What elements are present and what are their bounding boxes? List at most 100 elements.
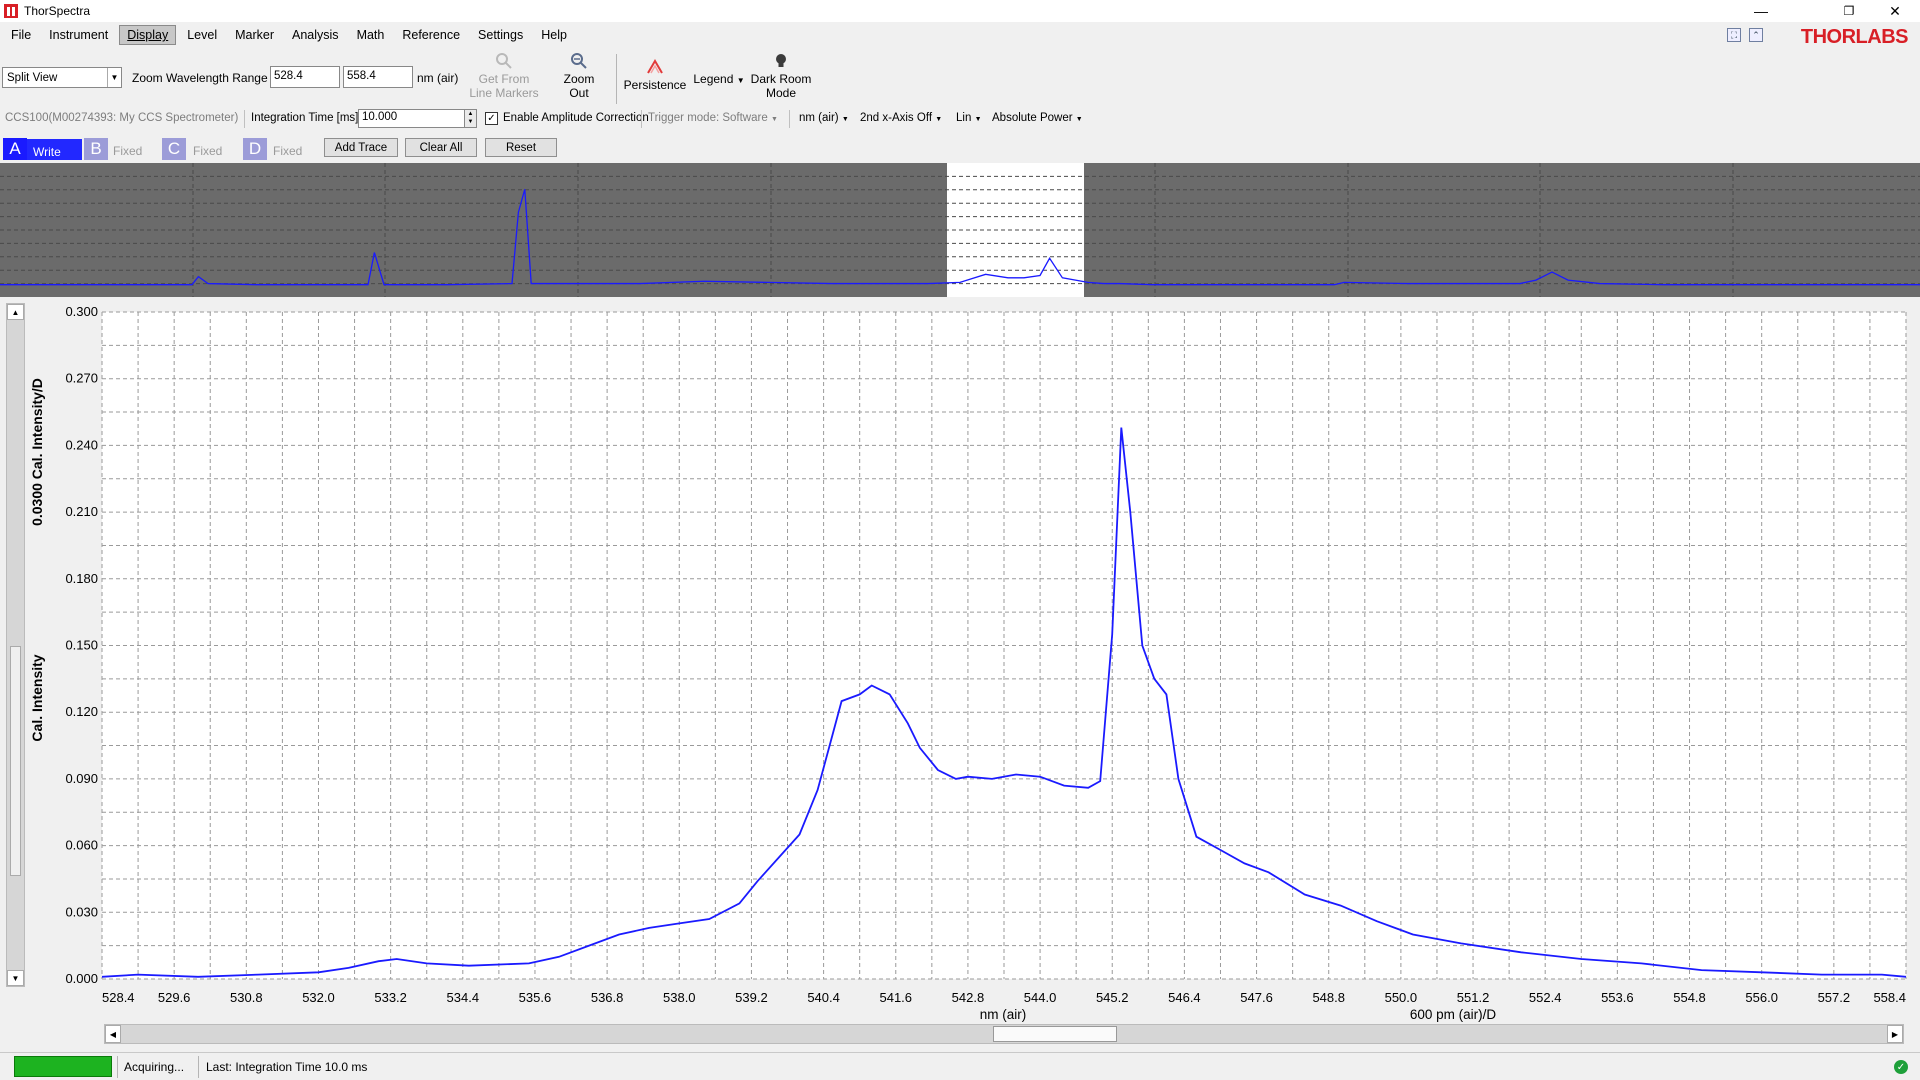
integration-time-spinner[interactable]: ▲ ▼ [464, 109, 477, 128]
trace-bar: A Write B Fixed C Fixed D Fixed Add Trac… [0, 136, 1920, 160]
caret-down-icon: ▼ [935, 116, 943, 123]
menu-settings[interactable]: Settings [471, 26, 530, 44]
x-tick-label: 544.0 [1024, 990, 1057, 1005]
menu-math[interactable]: Math [350, 26, 392, 44]
collapse-ribbon-icon[interactable]: ⌃ [1749, 28, 1763, 42]
zoom-out-icon [571, 53, 587, 69]
x-tick-label: 553.6 [1601, 990, 1634, 1005]
y-tick-label: 0.180 [65, 571, 98, 586]
zoom-out-button[interactable]: Zoom Out [556, 52, 602, 100]
integration-time-input[interactable]: 10.000 [358, 109, 470, 128]
scroll-down-icon[interactable]: ▼ [7, 970, 24, 986]
vertical-scrollbar[interactable]: ▲ ▼ [6, 303, 25, 987]
reset-button[interactable]: Reset [485, 138, 557, 157]
caret-down-icon: ▼ [736, 76, 745, 85]
caret-down-icon: ▼ [770, 116, 778, 123]
menu-display[interactable]: Display [119, 25, 177, 45]
menu-instrument[interactable]: Instrument [42, 26, 115, 44]
x-tick-label: 538.0 [663, 990, 696, 1005]
range-to-input[interactable]: 558.4 [343, 66, 413, 88]
get-from-line-markers-button[interactable]: Get From Line Markers [466, 52, 542, 100]
caret-down-icon: ▼ [841, 116, 849, 123]
minimize-button[interactable]: — [1738, 0, 1784, 22]
amplitude-correction-checkbox[interactable]: ✓ [485, 112, 498, 125]
menu-level[interactable]: Level [180, 26, 224, 44]
status-bar: Acquiring... Last: Integration Time 10.0… [0, 1052, 1920, 1080]
trace-c-state: Fixed [193, 144, 223, 158]
vertical-scroll-thumb[interactable] [10, 646, 21, 876]
restore-button[interactable]: ❐ [1826, 0, 1872, 22]
fullscreen-icon[interactable]: ⛶ [1727, 28, 1741, 42]
caret-down-icon: ▼ [974, 116, 982, 123]
persistence-icon [647, 59, 663, 74]
caret-down-icon: ▼ [1075, 116, 1083, 123]
y-tick-label: 0.120 [65, 704, 98, 719]
magnifier-icon [496, 53, 512, 69]
trace-a-button[interactable]: A [3, 138, 27, 160]
app-icon [4, 4, 18, 18]
dark-room-mode-button[interactable]: Dark Room Mode [746, 52, 816, 100]
acquiring-status: Acquiring... [124, 1060, 185, 1074]
scale-dropdown[interactable]: Lin ▼ [956, 112, 982, 124]
range-from-input[interactable]: 528.4 [270, 66, 340, 88]
horizontal-scroll-thumb[interactable] [993, 1026, 1117, 1042]
separator [789, 110, 790, 128]
unit-label: nm (air) [799, 112, 839, 124]
y-tick-label: 0.300 [65, 304, 98, 319]
scroll-right-icon[interactable]: ▶ [1887, 1025, 1903, 1043]
menu-marker[interactable]: Marker [228, 26, 281, 44]
close-button[interactable]: ✕ [1872, 0, 1918, 22]
x-tick-label: 540.4 [807, 990, 840, 1005]
x-tick-label: 548.8 [1312, 990, 1345, 1005]
x-tick-label: 558.4 [1873, 990, 1906, 1005]
trigger-mode-dropdown[interactable]: Trigger mode: Software ▼ [648, 112, 778, 124]
second-axis-dropdown[interactable]: 2nd x-Axis Off ▼ [860, 112, 942, 124]
unit-dropdown[interactable]: nm (air) ▼ [799, 112, 849, 124]
x-tick-label: 539.2 [735, 990, 768, 1005]
y-axis-label: Cal. Intensity [29, 654, 45, 741]
chevron-down-icon: ▼ [107, 68, 121, 87]
zoom-out-line1: Zoom [563, 72, 595, 86]
thorlabs-logo: THORLABS [1800, 26, 1909, 48]
scroll-left-icon[interactable]: ◀ [105, 1025, 121, 1043]
add-trace-button[interactable]: Add Trace [324, 138, 398, 157]
trace-c-button[interactable]: C [162, 138, 186, 160]
trace-b-button[interactable]: B [84, 138, 108, 160]
settings-bar: CCS100(M00274393: My CCS Spectrometer) I… [0, 108, 1920, 130]
toolbar-separator [616, 54, 617, 104]
separator [198, 1056, 199, 1078]
view-mode-select[interactable]: Split View ▼ [2, 67, 122, 88]
overview-chart[interactable] [0, 163, 1920, 297]
get-from-line2: Line Markers [469, 86, 539, 100]
amplitude-correction-label: Enable Amplitude Correction [503, 112, 649, 124]
title-bar: ThorSpectra — ❐ ✕ [0, 0, 1920, 22]
scroll-up-icon[interactable]: ▲ [7, 304, 24, 320]
toolbar: Split View ▼ Zoom Wavelength Range 528.4… [0, 50, 1920, 108]
power-dropdown[interactable]: Absolute Power ▼ [992, 112, 1083, 124]
x-tick-label: 551.2 [1457, 990, 1490, 1005]
secondary-y-axis-label: 0.0300 Cal. Intensity/D [29, 378, 45, 526]
persistence-button[interactable]: Persistence [620, 58, 690, 92]
legend-dropdown[interactable]: Legend ▼ [690, 72, 748, 88]
last-action-status: Last: Integration Time 10.0 ms [206, 1060, 368, 1074]
trace-d-button[interactable]: D [243, 138, 267, 160]
menu-analysis[interactable]: Analysis [285, 26, 346, 44]
y-tick-label: 0.240 [65, 437, 98, 452]
x-tick-label: 552.4 [1529, 990, 1562, 1005]
menu-reference[interactable]: Reference [395, 26, 467, 44]
x-tick-label: 529.6 [158, 990, 191, 1005]
spectrum-chart[interactable]: 0.000 0.030 0.060 0.090 0.120 0.150 0.180 0.210… [0, 300, 1920, 1024]
horizontal-scrollbar[interactable]: ◀ ▶ [104, 1024, 1904, 1044]
device-label: CCS100(M00274393: My CCS Spectrometer) [5, 112, 239, 124]
x-tick-label: 550.0 [1385, 990, 1418, 1005]
menu-help[interactable]: Help [534, 26, 574, 44]
clear-all-button[interactable]: Clear All [405, 138, 477, 157]
separator [244, 110, 245, 128]
range-unit-label: nm (air) [417, 71, 459, 85]
second-axis-label: 2nd x-Axis Off [860, 112, 933, 124]
persistence-label: Persistence [623, 78, 687, 92]
dark-room-line1: Dark Room [750, 72, 812, 86]
menu-file[interactable]: File [4, 26, 38, 44]
menu-bar: File Instrument Display Level Marker Analysis… [0, 24, 1920, 46]
trace-a-state[interactable]: Write [27, 139, 82, 160]
